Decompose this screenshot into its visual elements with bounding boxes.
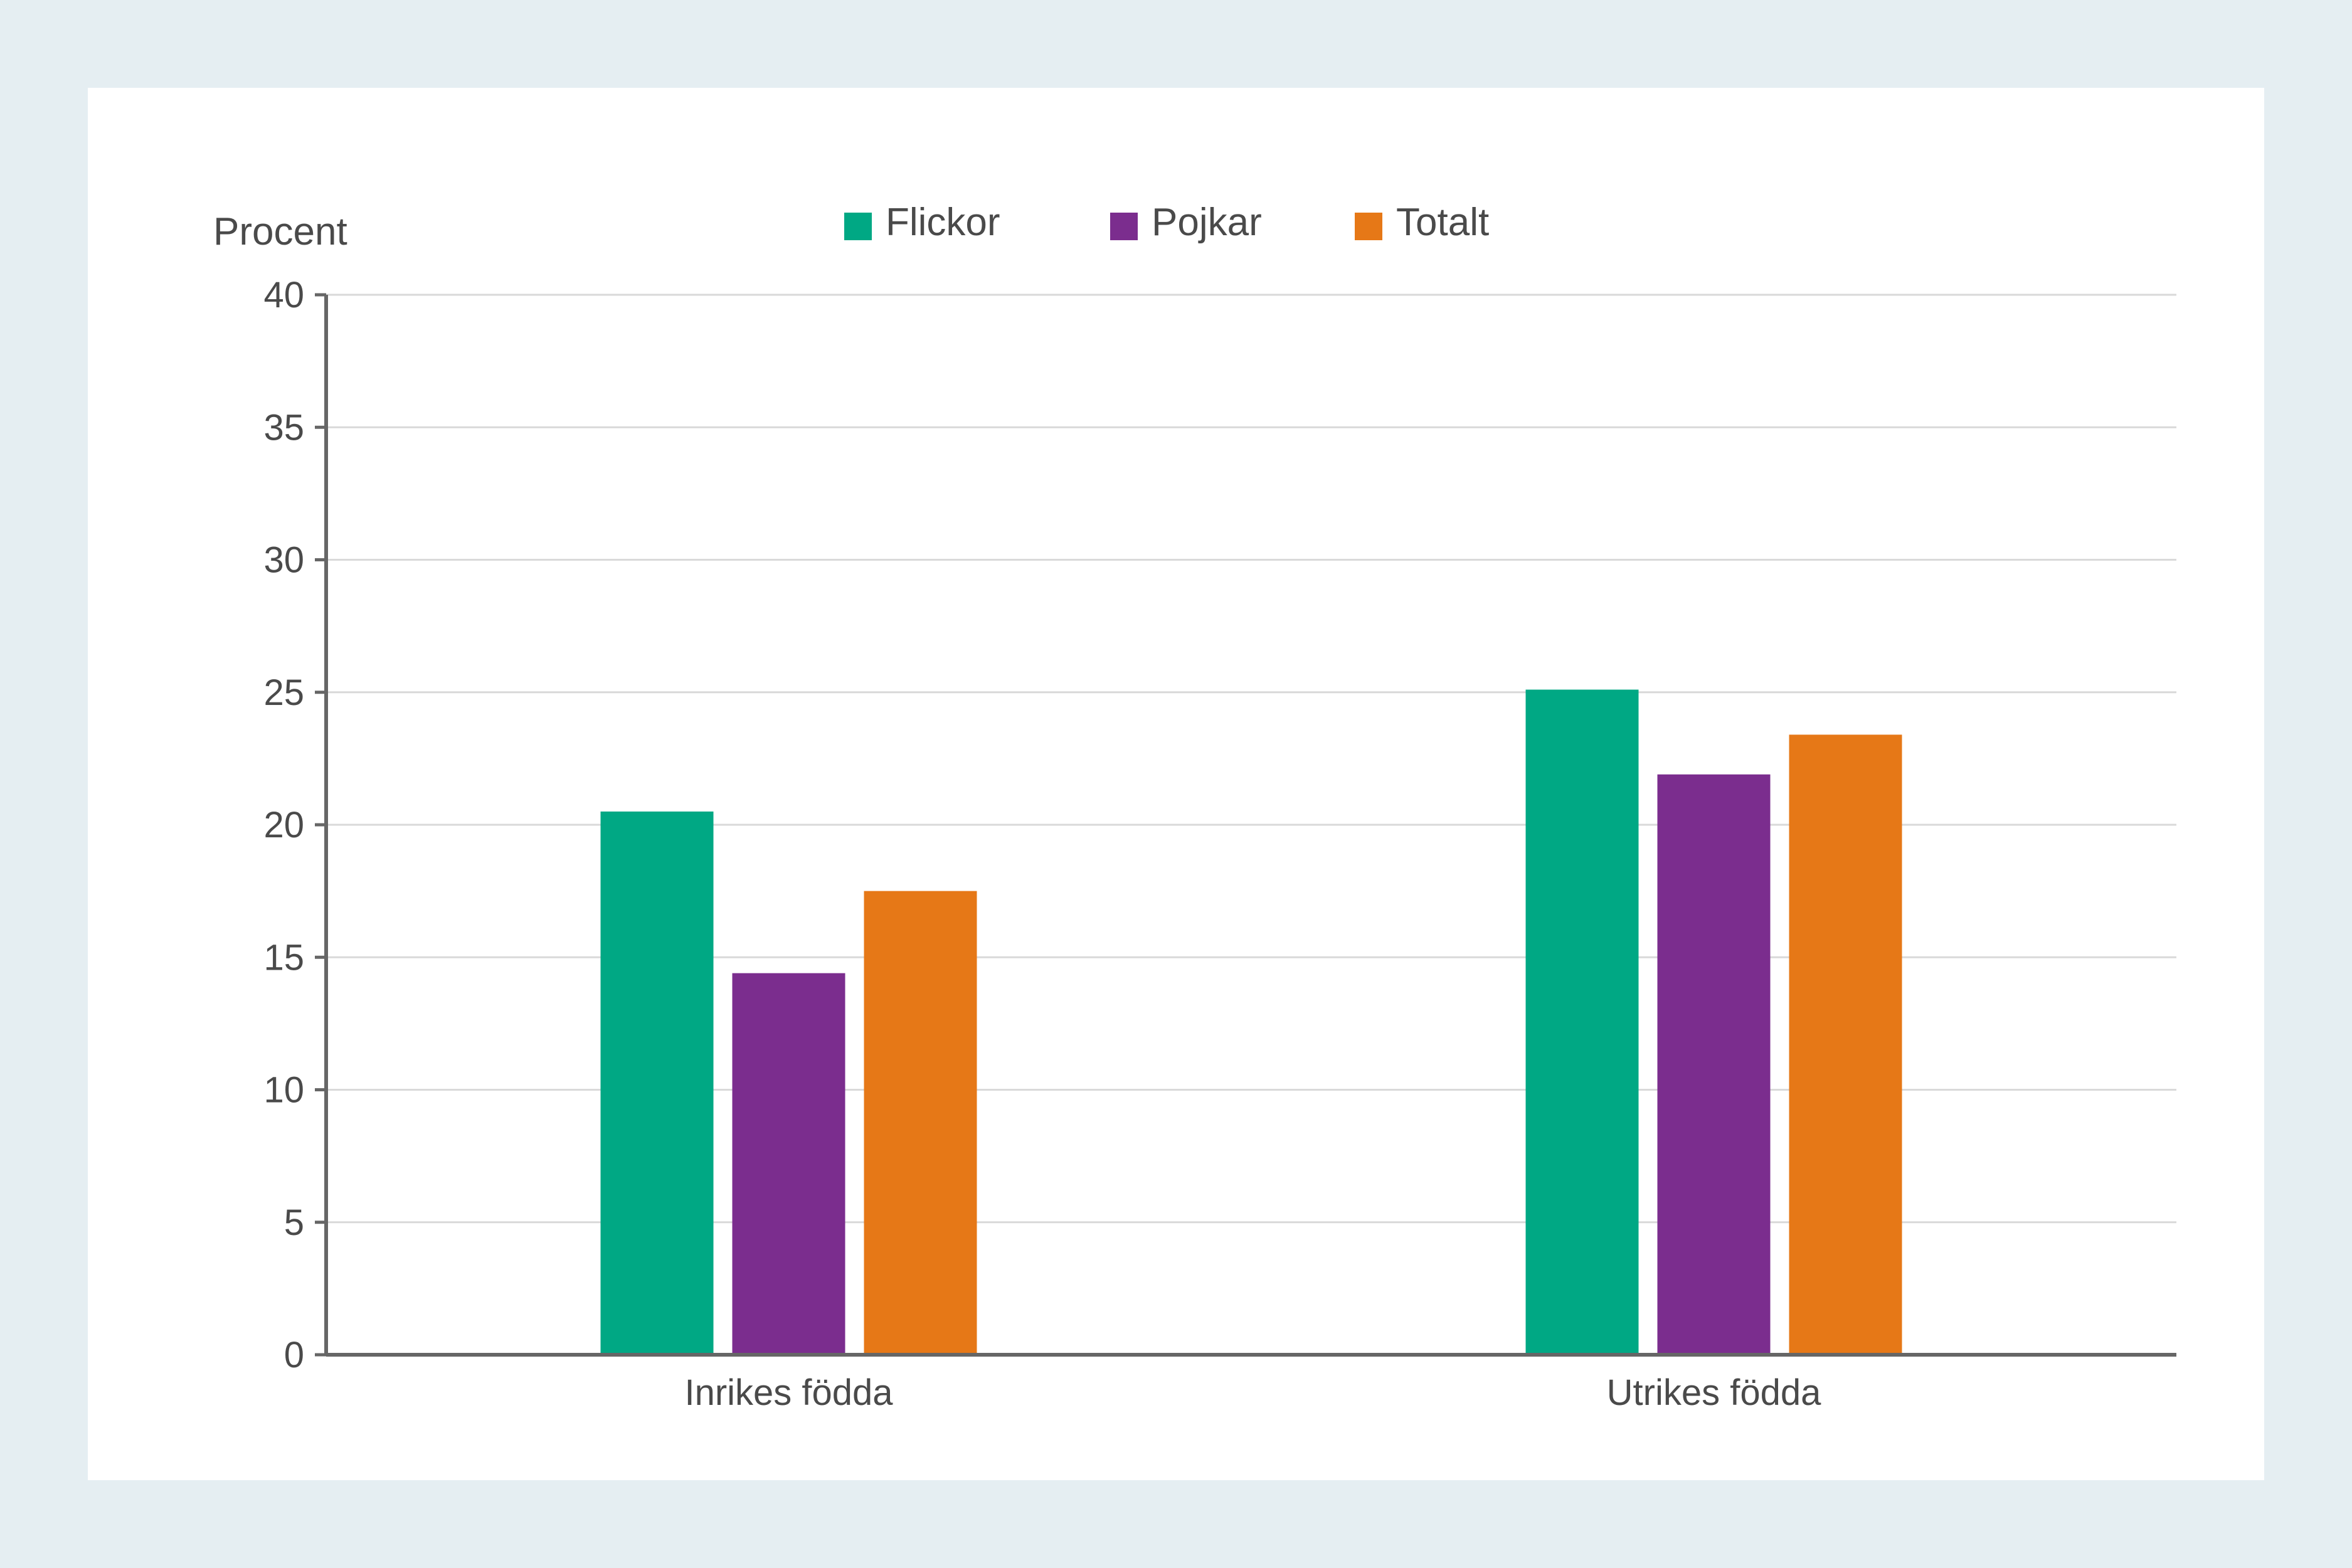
bar bbox=[1658, 775, 1771, 1355]
bar bbox=[601, 812, 714, 1355]
page-background: Inrikes födda Utrikes födda 0 5 10 15 20 25 30 35… bbox=[0, 0, 2352, 1568]
legend-label: Flickor bbox=[886, 201, 1000, 244]
legend-label: Totalt bbox=[1396, 201, 1489, 244]
y-tick-label: 40 bbox=[263, 275, 304, 315]
y-axis-title: Procent bbox=[213, 210, 347, 253]
bar bbox=[1789, 734, 1902, 1355]
y-tick-label: 15 bbox=[263, 937, 304, 978]
y-tick-label: 25 bbox=[263, 672, 304, 713]
legend-swatch bbox=[1110, 213, 1138, 240]
bar bbox=[1526, 690, 1639, 1355]
bar bbox=[733, 973, 845, 1355]
x-tick-label: Utrikes födda bbox=[1607, 1372, 1821, 1413]
chart-svg: Inrikes födda Utrikes födda 0 5 10 15 20 25 30 35… bbox=[88, 88, 2264, 1480]
legend-swatch bbox=[1355, 213, 1382, 240]
y-tick-label: 20 bbox=[263, 805, 304, 845]
y-tick-label: 0 bbox=[284, 1335, 304, 1375]
bar bbox=[864, 891, 977, 1355]
chart-panel: Inrikes födda Utrikes födda 0 5 10 15 20 25 30 35… bbox=[88, 88, 2264, 1480]
legend-label: Pojkar bbox=[1152, 201, 1262, 244]
y-tick-label: 30 bbox=[263, 540, 304, 581]
legend-swatch bbox=[844, 213, 872, 240]
y-tick-label: 10 bbox=[263, 1070, 304, 1111]
y-tick-label: 35 bbox=[263, 407, 304, 448]
y-tick-label: 5 bbox=[284, 1202, 304, 1243]
x-tick-label: Inrikes födda bbox=[684, 1372, 893, 1413]
